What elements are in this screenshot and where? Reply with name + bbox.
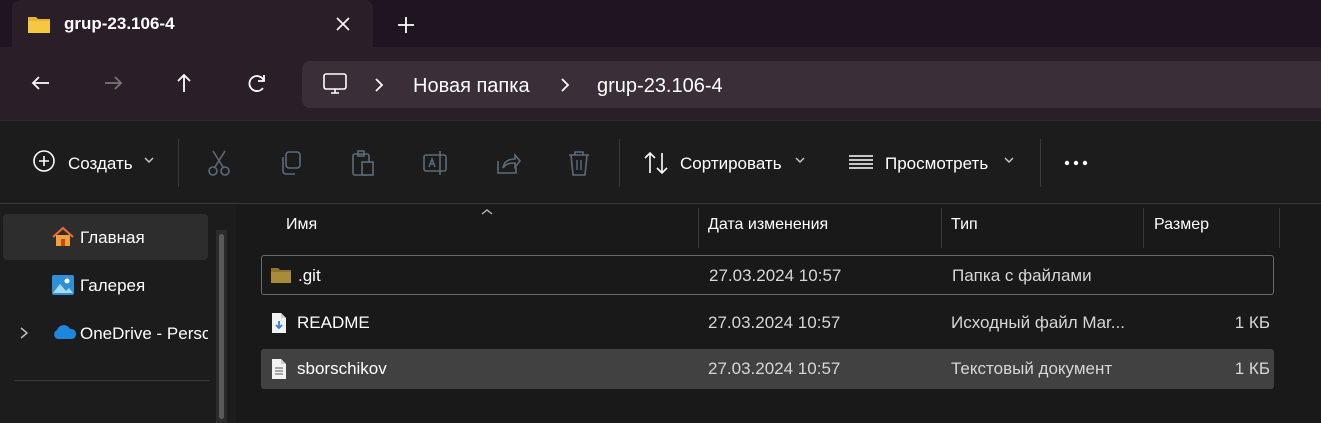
- file-type: Папка с файлами: [952, 266, 1092, 285]
- new-tab-icon[interactable]: [394, 13, 418, 37]
- sidebar-item-label: OneDrive - Personal: [80, 324, 208, 343]
- title-bar: grup-23.106-4: [0, 0, 1321, 50]
- chevron-down-icon[interactable]: [1003, 153, 1015, 181]
- onedrive-icon: [51, 322, 77, 347]
- table-row[interactable]: README 27.03.2024 10:57 Исходный файл Ma…: [261, 303, 1274, 343]
- sidebar-item-home[interactable]: Главная: [3, 214, 208, 260]
- table-row[interactable]: .git 27.03.2024 10:57 Папка с файлами: [261, 255, 1274, 295]
- view-button[interactable]: Просмотреть: [885, 154, 988, 174]
- back-icon[interactable]: [27, 69, 55, 97]
- sidebar-divider: [15, 380, 209, 381]
- forward-icon[interactable]: [99, 69, 127, 97]
- sort-icon[interactable]: [643, 149, 671, 177]
- text-file-icon: [269, 358, 289, 385]
- file-type: Исходный файл Mar...: [951, 313, 1125, 332]
- file-name: README: [297, 313, 370, 332]
- column-header-type[interactable]: Тип: [951, 216, 978, 234]
- column-header-date[interactable]: Дата изменения: [708, 216, 828, 234]
- sidebar-item-label: Галерея: [80, 276, 146, 295]
- chevron-down-icon[interactable]: [794, 153, 806, 181]
- chevron-down-icon[interactable]: [143, 153, 155, 181]
- delete-icon[interactable]: [566, 149, 592, 177]
- breadcrumb-item[interactable]: Новая папка: [413, 75, 530, 98]
- sidebar-item-onedrive[interactable]: OneDrive - Personal: [3, 310, 208, 356]
- column-header-size[interactable]: Размер: [1154, 216, 1209, 234]
- sidebar-item-label: Главная: [80, 228, 145, 247]
- sidebar-item-gallery[interactable]: Галерея: [3, 262, 208, 308]
- create-icon[interactable]: [32, 149, 56, 177]
- navigation-pane: Главная Галерея OneDrive - Personal: [0, 204, 236, 423]
- breadcrumb-chevron-icon[interactable]: [372, 77, 386, 98]
- tab-active[interactable]: grup-23.106-4: [12, 0, 373, 47]
- home-icon: [51, 226, 75, 253]
- rename-icon[interactable]: [422, 149, 450, 177]
- file-type: Текстовый документ: [951, 359, 1113, 378]
- this-pc-icon[interactable]: [322, 72, 348, 101]
- file-list: Имя Дата изменения Тип Размер .git 27.03…: [236, 204, 1321, 423]
- folder-icon: [270, 265, 292, 290]
- file-name: sborschikov: [297, 359, 387, 378]
- file-date: 27.03.2024 10:57: [709, 266, 842, 285]
- navigation-bar: Новая папка grup-23.106-4: [0, 47, 1321, 120]
- cut-icon[interactable]: [206, 149, 232, 177]
- markdown-file-icon: [269, 312, 289, 339]
- command-bar: Создать Сортировать Просмотреть: [0, 120, 1321, 204]
- more-options-icon[interactable]: [1063, 149, 1091, 177]
- column-divider[interactable]: [941, 208, 942, 248]
- share-icon[interactable]: [494, 149, 522, 177]
- refresh-icon[interactable]: [243, 69, 271, 97]
- toolbar-divider: [178, 139, 179, 187]
- tab-title: grup-23.106-4: [64, 14, 175, 33]
- file-size: 1 КБ: [1234, 359, 1270, 378]
- copy-icon[interactable]: [278, 149, 304, 177]
- sidebar-scrollbar[interactable]: [216, 230, 227, 423]
- paste-icon[interactable]: [350, 149, 376, 177]
- column-divider[interactable]: [1143, 208, 1144, 248]
- create-button[interactable]: Создать: [68, 154, 133, 174]
- toolbar-divider: [619, 139, 620, 187]
- up-icon[interactable]: [170, 69, 198, 97]
- gallery-icon: [51, 274, 75, 301]
- file-date: 27.03.2024 10:57: [708, 359, 841, 378]
- breadcrumb-item[interactable]: grup-23.106-4: [597, 75, 723, 98]
- toolbar-divider: [1040, 139, 1041, 187]
- column-divider[interactable]: [1279, 208, 1280, 248]
- sort-button[interactable]: Сортировать: [680, 154, 782, 174]
- folder-icon: [27, 14, 51, 39]
- column-header-name[interactable]: Имя: [286, 216, 317, 234]
- address-bar[interactable]: Новая папка grup-23.106-4: [302, 61, 1321, 108]
- breadcrumb-chevron-icon[interactable]: [558, 77, 572, 98]
- file-date: 27.03.2024 10:57: [708, 313, 841, 332]
- view-icon[interactable]: [847, 149, 875, 177]
- column-divider[interactable]: [698, 208, 699, 248]
- file-size: 1 КБ: [1234, 313, 1270, 332]
- sort-ascending-icon: [480, 204, 494, 222]
- table-row[interactable]: sborschikov 27.03.2024 10:57 Текстовый д…: [261, 349, 1274, 389]
- file-name: .git: [298, 266, 321, 285]
- close-tab-icon[interactable]: [332, 13, 354, 35]
